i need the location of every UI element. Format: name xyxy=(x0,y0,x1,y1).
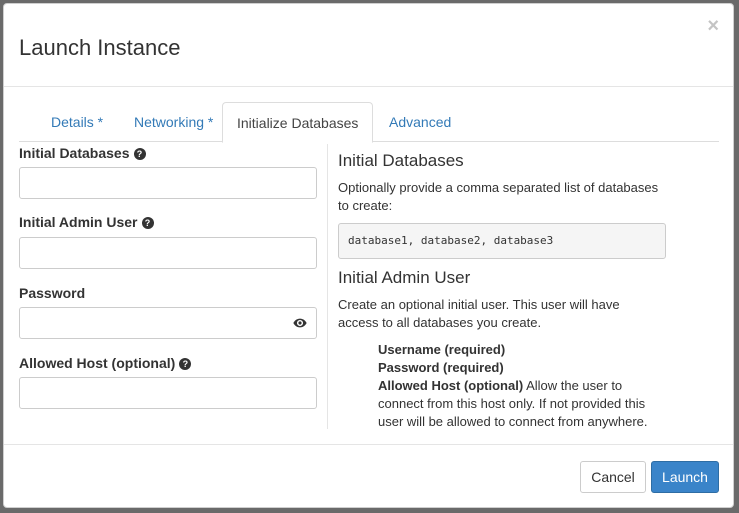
username-term: Username (required) xyxy=(378,342,506,357)
initial-databases-label: Initial Databases? xyxy=(19,145,146,161)
help-databases-text: Optionally provide a comma separated lis… xyxy=(338,180,659,213)
allowed-host-input[interactable] xyxy=(19,377,317,409)
admin-fields-definition-list: Username (required) Password (required) … xyxy=(378,341,668,431)
tab-networking[interactable]: Networking * xyxy=(120,102,227,142)
password-label-text: Password xyxy=(19,285,86,301)
password-input[interactable] xyxy=(19,307,317,339)
question-circle-icon[interactable]: ? xyxy=(133,148,146,160)
password-term: Password (required) xyxy=(378,360,504,375)
allowed-host-label: Allowed Host (optional)? xyxy=(19,355,192,371)
question-circle-icon[interactable]: ? xyxy=(141,217,154,229)
dialog-header: Launch Instance × xyxy=(4,4,733,87)
eye-icon[interactable] xyxy=(293,316,307,330)
question-circle-icon[interactable]: ? xyxy=(179,358,192,370)
initial-admin-user-label-text: Initial Admin User xyxy=(19,214,138,230)
initial-admin-user-label: Initial Admin User? xyxy=(19,214,154,230)
tab-initialize-databases[interactable]: Initialize Databases xyxy=(222,102,374,143)
tab-advanced[interactable]: Advanced xyxy=(375,102,465,142)
initial-databases-input[interactable] xyxy=(19,167,317,199)
password-label: Password xyxy=(19,285,85,301)
allowed-host-term: Allowed Host (optional) Allow the user t… xyxy=(378,378,648,429)
launch-button[interactable]: Launch xyxy=(651,461,719,493)
dialog-title: Launch Instance xyxy=(19,35,181,60)
initial-databases-label-text: Initial Databases xyxy=(19,145,130,161)
help-databases-heading: Initial Databases xyxy=(338,151,464,170)
tab-bar: Details * Networking * Initialize Databa… xyxy=(19,102,719,143)
launch-instance-dialog: Launch Instance × Details * Networking *… xyxy=(3,3,734,508)
cancel-button[interactable]: Cancel xyxy=(580,461,646,493)
help-admin-text: Create an optional initial user. This us… xyxy=(338,297,620,330)
databases-example-code: database1, database2, database3 xyxy=(338,223,666,259)
initial-admin-user-input[interactable] xyxy=(19,237,317,269)
close-button[interactable]: × xyxy=(707,16,719,36)
dialog-footer: Cancel Launch xyxy=(4,444,733,507)
help-admin-heading: Initial Admin User xyxy=(338,268,471,287)
column-divider xyxy=(327,144,328,429)
tab-details[interactable]: Details * xyxy=(37,102,117,142)
allowed-host-label-text: Allowed Host (optional) xyxy=(19,355,176,371)
